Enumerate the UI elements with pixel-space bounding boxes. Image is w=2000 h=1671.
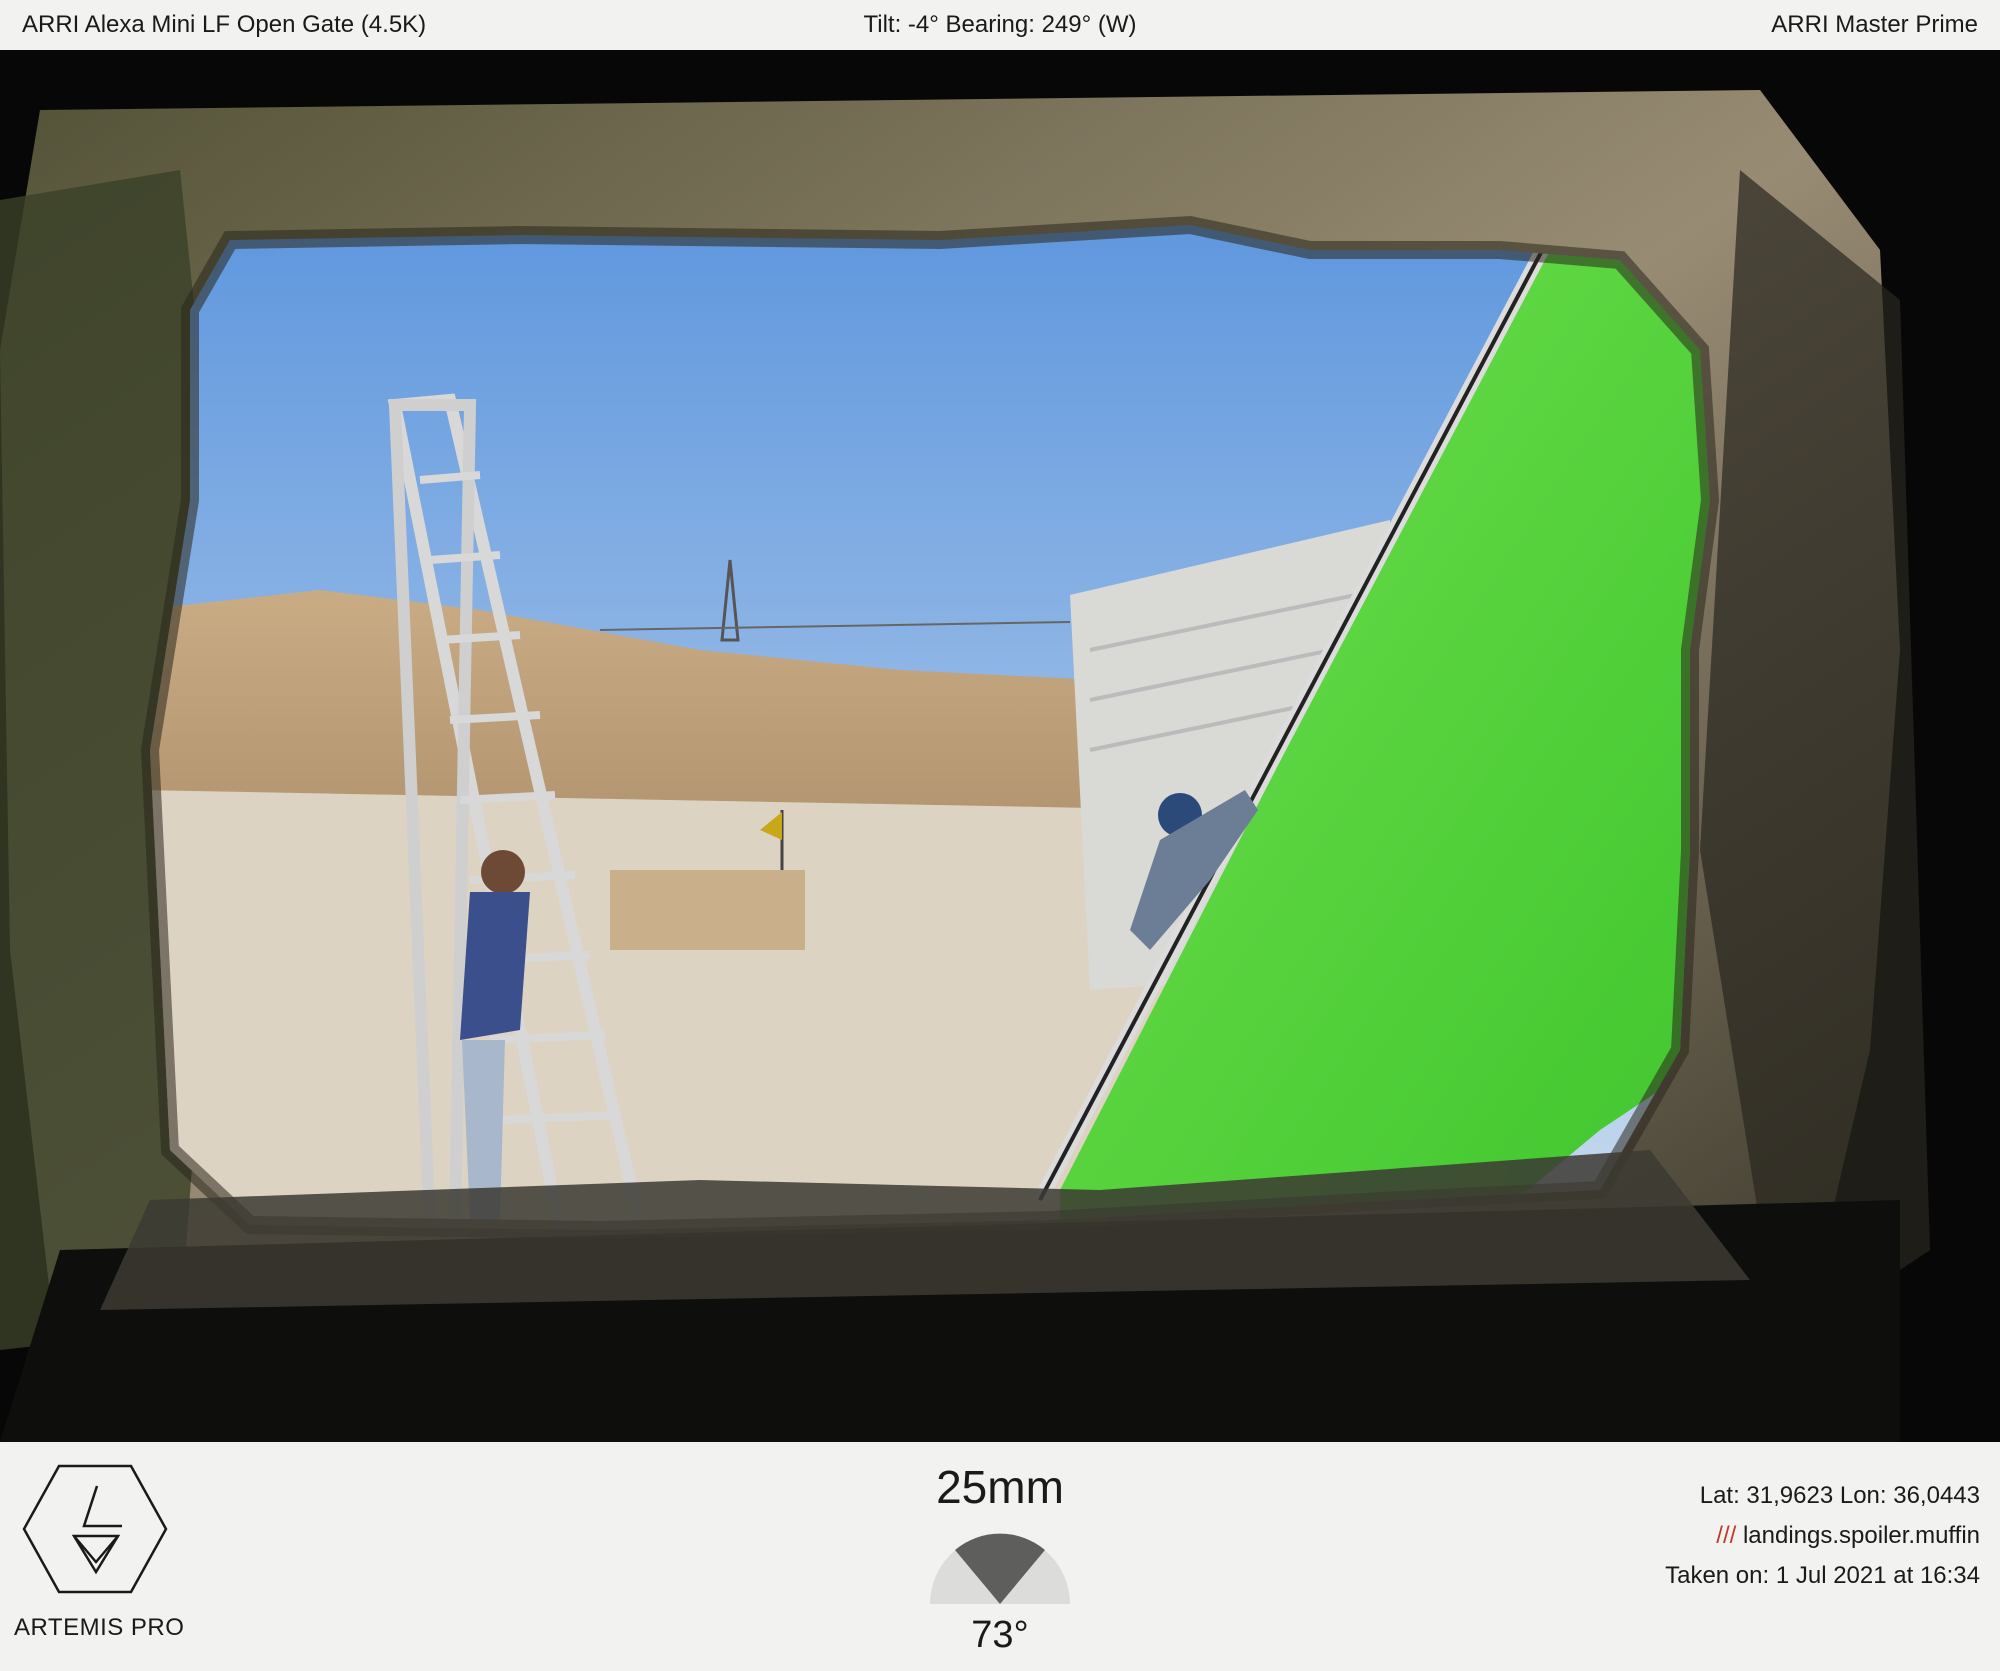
top-info-bar: ARRI Alexa Mini LF Open Gate (4.5K) Tilt… xyxy=(0,0,2000,50)
what3words-address: /// landings.spoiler.muffin xyxy=(1665,1516,1980,1556)
field-of-view-angle: 73° xyxy=(971,1614,1029,1656)
tilt-bearing-label: Tilt: -4° Bearing: 249° (W) xyxy=(863,11,1137,38)
gps-coordinates: Lat: 31,9623 Lon: 36,0443 xyxy=(1699,1482,1980,1509)
taken-on-timestamp: Taken on: 1 Jul 2021 at 16:34 xyxy=(1665,1562,1980,1589)
scene-illustration xyxy=(0,50,2000,1442)
viewfinder-image xyxy=(0,50,2000,1442)
lens-set-label: ARRI Master Prime xyxy=(1771,11,1978,38)
what3words-slashes: /// xyxy=(1716,1522,1737,1549)
shot-metadata: Lat: 31,9623 Lon: 36,0443 /// landings.s… xyxy=(1665,1476,1980,1596)
bottom-info-bar: ARTEMIS PRO 25mm 73° Lat: 31,9623 Lon: 3… xyxy=(0,1442,2000,1671)
what3words-words: landings.spoiler.muffin xyxy=(1736,1522,1980,1549)
field-of-view-wedge-icon xyxy=(930,1533,1070,1604)
